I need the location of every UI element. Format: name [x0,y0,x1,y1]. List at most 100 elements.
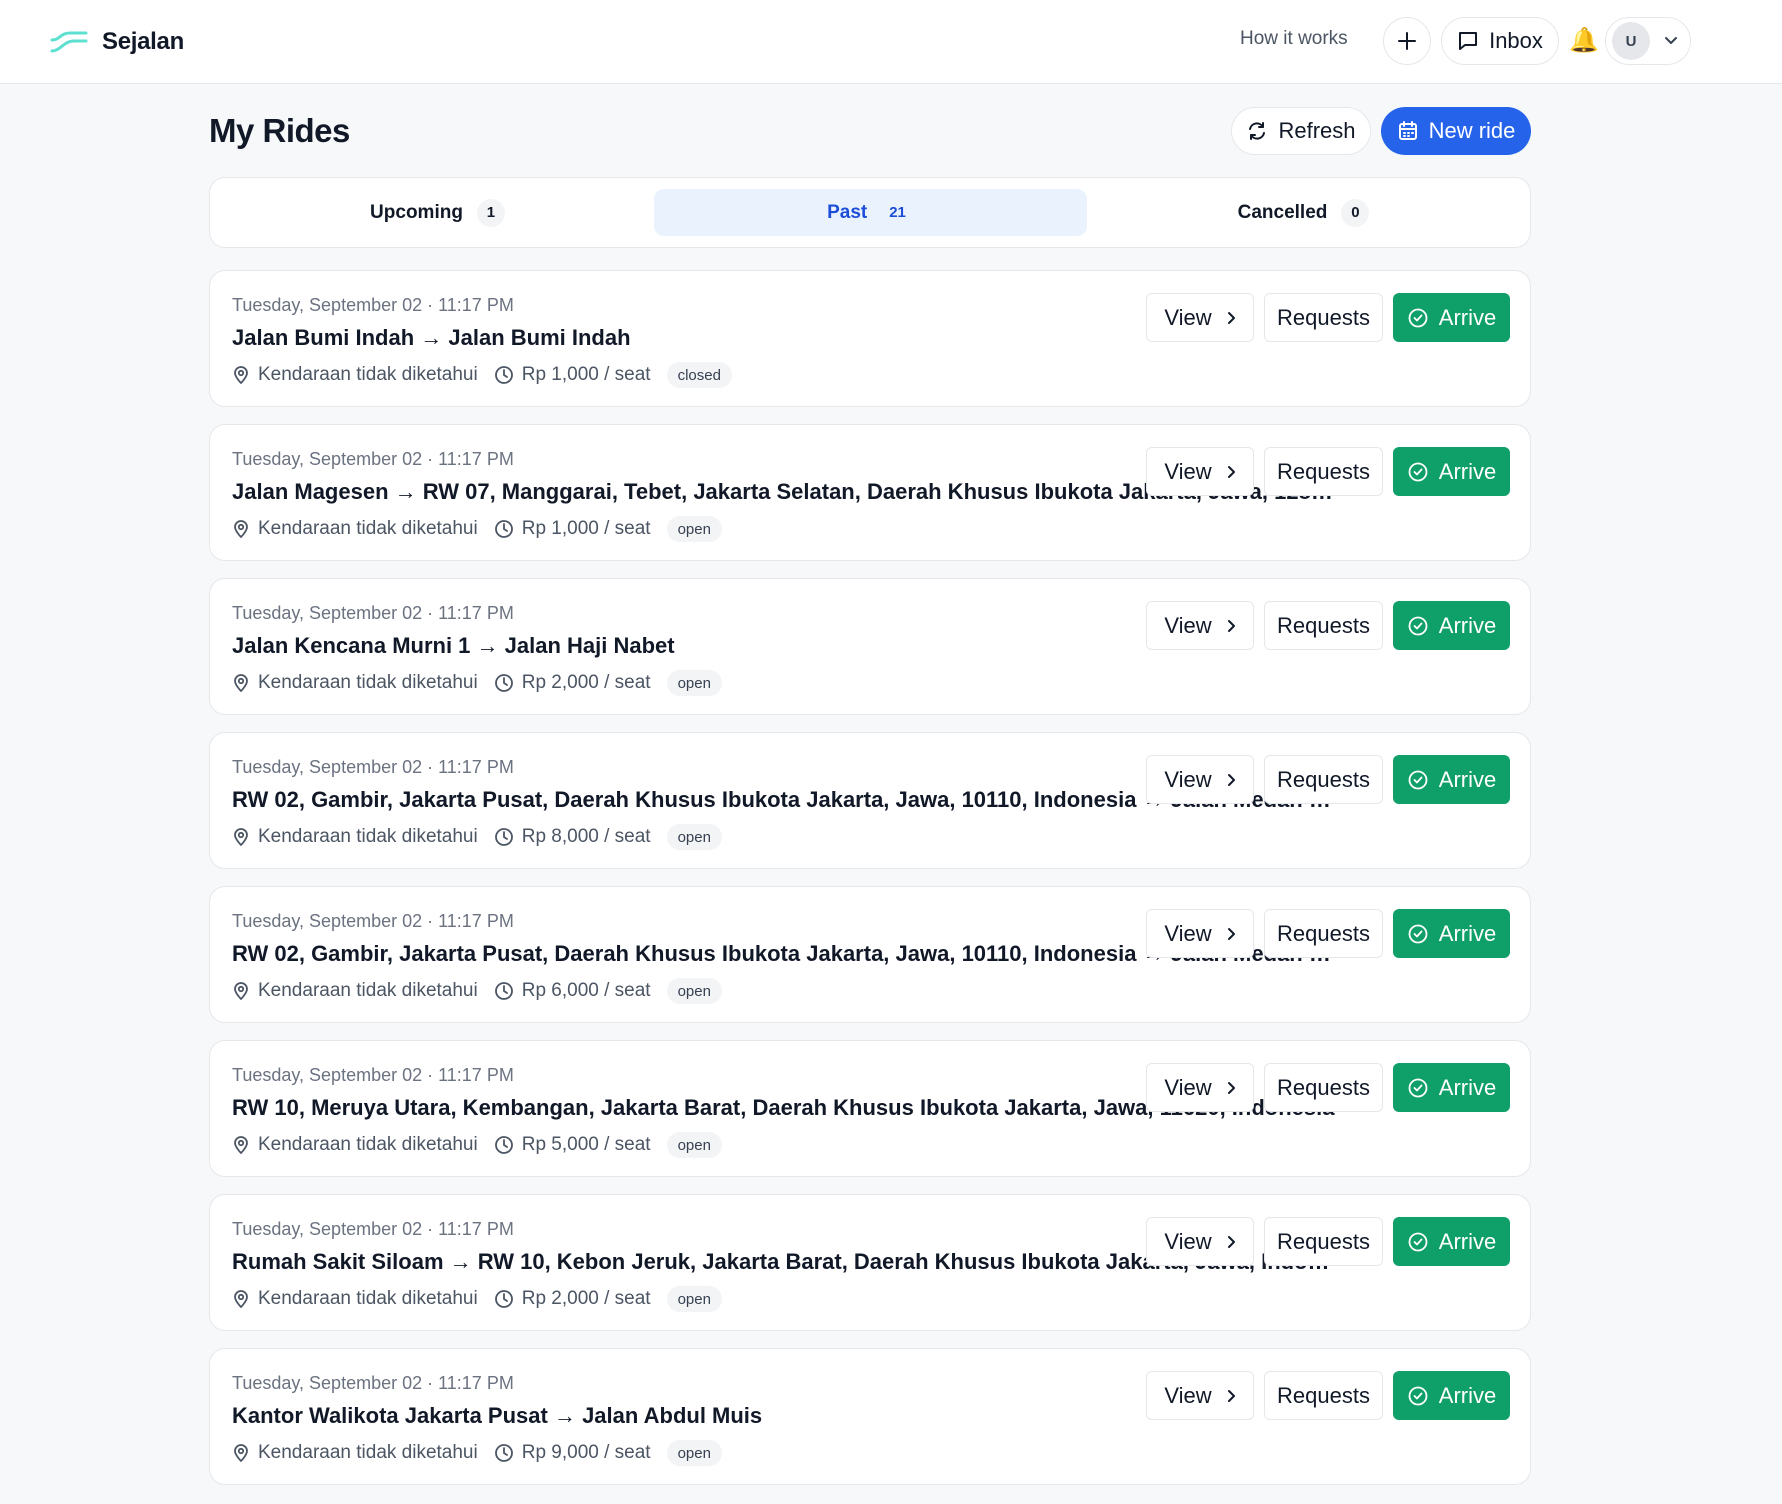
requests-button[interactable]: Requests [1264,447,1383,496]
view-label: View [1164,1382,1212,1408]
chevron-down-icon [1664,36,1678,46]
view-button[interactable]: View [1146,601,1254,650]
status-badge: open [666,1286,722,1312]
map-pin-icon [232,1443,250,1463]
price-info: Rp 2,000 / seat [494,1288,651,1310]
ride-card: Tuesday, September 02 · 11:17 PM Kantor … [209,1348,1531,1485]
vehicle-label: Kendaraan tidak diketahui [258,364,478,385]
arrive-button[interactable]: Arrive [1393,1063,1510,1112]
chevron-right-icon [1226,465,1236,479]
map-pin-icon [232,365,250,385]
vehicle-label: Kendaraan tidak diketahui [258,826,478,847]
vehicle-info: Kendaraan tidak diketahui [232,364,478,386]
requests-label: Requests [1277,1228,1370,1254]
ride-card: Tuesday, September 02 · 11:17 PM Rumah S… [209,1194,1531,1331]
inbox-button[interactable]: Inbox [1441,17,1559,65]
ride-meta: Kendaraan tidak diketahui Rp 8,000 / sea… [232,823,722,851]
requests-button[interactable]: Requests [1264,755,1383,804]
calendar-icon [1397,120,1419,142]
requests-label: Requests [1277,612,1370,638]
arrive-button[interactable]: Arrive [1393,601,1510,650]
view-label: View [1164,612,1212,638]
ride-datetime: Tuesday, September 02 · 11:17 PM [232,603,514,623]
tab-past[interactable]: Past 21 [654,189,1087,236]
ride-datetime: Tuesday, September 02 · 11:17 PM [232,449,514,469]
requests-label: Requests [1277,1382,1370,1408]
check-circle-icon [1407,307,1429,329]
new-ride-label: New ride [1428,118,1516,143]
check-circle-icon [1407,1231,1429,1253]
ride-meta: Kendaraan tidak diketahui Rp 2,000 / sea… [232,669,722,697]
view-label: View [1164,1074,1212,1100]
view-button[interactable]: View [1146,755,1254,804]
clock-icon [494,365,514,385]
requests-button[interactable]: Requests [1264,1217,1383,1266]
clock-icon [494,981,514,1001]
user-menu-button[interactable]: U [1605,17,1691,65]
vehicle-label: Kendaraan tidak diketahui [258,1442,478,1463]
view-button[interactable]: View [1146,293,1254,342]
notification-bell-icon[interactable]: 🔔 [1569,26,1599,55]
view-button[interactable]: View [1146,909,1254,958]
view-button[interactable]: View [1146,447,1254,496]
status-badge: open [666,978,722,1004]
requests-button[interactable]: Requests [1264,1371,1383,1420]
view-button[interactable]: View [1146,1063,1254,1112]
status-badge: closed [666,362,732,388]
map-pin-icon [232,673,250,693]
view-button[interactable]: View [1146,1217,1254,1266]
tab-count-badge: 21 [889,204,906,221]
requests-button[interactable]: Requests [1264,909,1383,958]
tab-cancelled[interactable]: Cancelled 0 [1087,189,1520,236]
view-button[interactable]: View [1146,1371,1254,1420]
ride-card: Tuesday, September 02 · 11:17 PM Jalan K… [209,578,1531,715]
page-title: My Rides [209,112,350,149]
view-label: View [1164,304,1212,330]
status-badge: open [666,516,722,542]
check-circle-icon [1407,769,1429,791]
check-circle-icon [1407,1385,1429,1407]
refresh-button[interactable]: Refresh [1231,107,1371,155]
clock-icon [494,519,514,539]
how-it-works-link[interactable]: How it works [1240,28,1348,50]
arrive-button[interactable]: Arrive [1393,909,1510,958]
requests-button[interactable]: Requests [1264,601,1383,650]
sejalan-logo-icon [50,22,90,62]
price-label: Rp 2,000 / seat [521,672,651,693]
new-ride-button[interactable]: New ride [1381,107,1531,155]
vehicle-info: Kendaraan tidak diketahui [232,826,478,848]
vehicle-info: Kendaraan tidak diketahui [232,1134,478,1156]
ride-datetime: Tuesday, September 02 · 11:17 PM [232,1219,514,1239]
arrive-button[interactable]: Arrive [1393,755,1510,804]
view-label: View [1164,458,1212,484]
price-label: Rp 2,000 / seat [521,1288,651,1309]
tab-upcoming[interactable]: Upcoming 1 [221,189,654,236]
ride-meta: Kendaraan tidak diketahui Rp 2,000 / sea… [232,1285,722,1313]
price-info: Rp 1,000 / seat [494,364,651,386]
arrive-button[interactable]: Arrive [1393,1371,1510,1420]
ride-datetime: Tuesday, September 02 · 11:17 PM [232,295,514,315]
vehicle-label: Kendaraan tidak diketahui [258,1288,478,1309]
brand-name: Sejalan [102,28,184,55]
map-pin-icon [232,827,250,847]
arrive-button[interactable]: Arrive [1393,1217,1510,1266]
vehicle-label: Kendaraan tidak diketahui [258,1134,478,1155]
check-circle-icon [1407,923,1429,945]
tab-count-badge: 0 [1341,198,1370,227]
check-circle-icon [1407,461,1429,483]
map-pin-icon [232,1135,250,1155]
ride-meta: Kendaraan tidak diketahui Rp 1,000 / sea… [232,515,722,543]
arrive-button[interactable]: Arrive [1393,293,1510,342]
price-label: Rp 6,000 / seat [521,980,651,1001]
status-badge: open [666,1440,722,1466]
brand[interactable]: Sejalan [50,22,184,62]
requests-button[interactable]: Requests [1264,1063,1383,1112]
arrive-button[interactable]: Arrive [1393,447,1510,496]
price-label: Rp 9,000 / seat [521,1442,651,1463]
ride-tabs: Upcoming 1 Past 21 Cancelled 0 [209,177,1531,248]
requests-button[interactable]: Requests [1264,293,1383,342]
ride-meta: Kendaraan tidak diketahui Rp 5,000 / sea… [232,1131,722,1159]
clock-icon [494,673,514,693]
create-button[interactable] [1383,17,1431,65]
requests-label: Requests [1277,458,1370,484]
